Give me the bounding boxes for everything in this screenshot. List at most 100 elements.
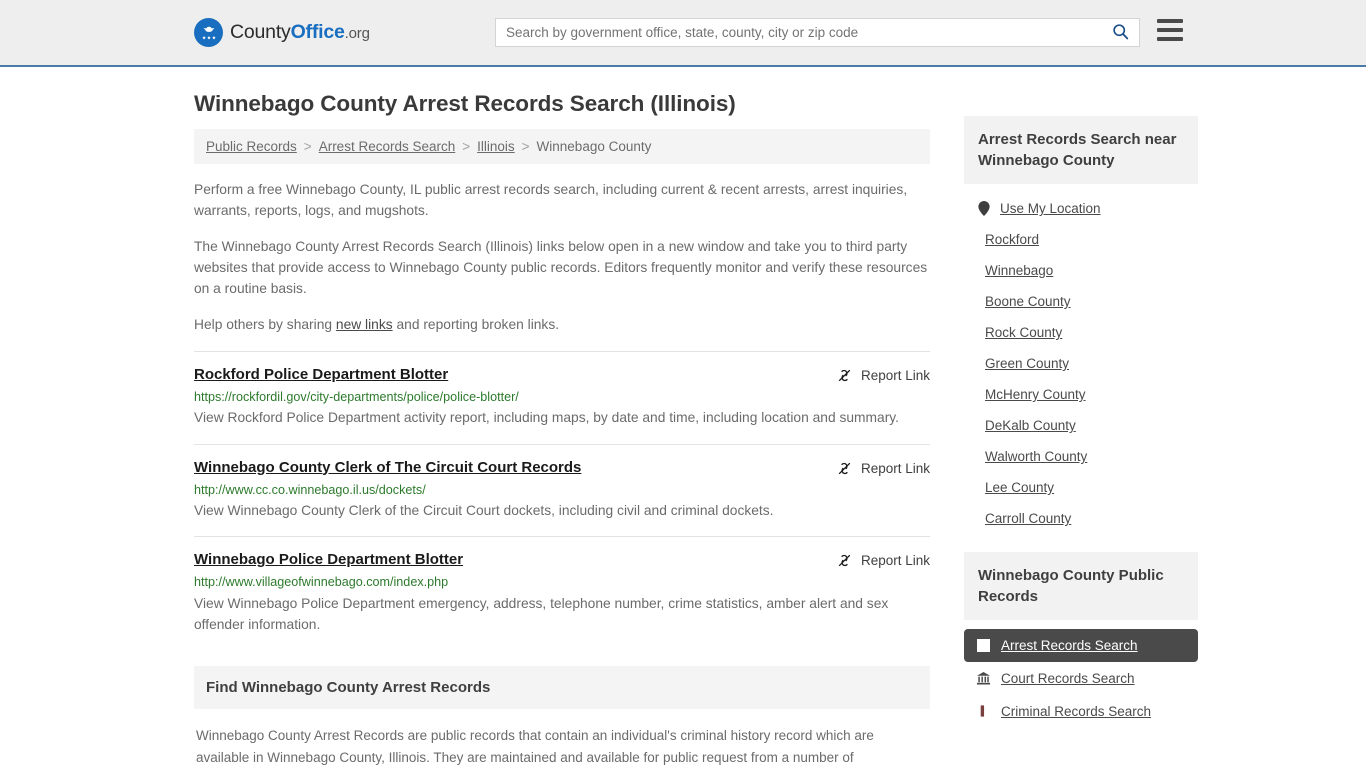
result-header: Winnebago Police Department Blotter Repor… <box>194 551 930 569</box>
courthouse-icon <box>976 671 991 686</box>
result-title-link[interactable]: Rockford Police Department Blotter <box>194 366 448 384</box>
nearby-location-item[interactable]: Rock County <box>964 317 1198 348</box>
sidebar: Arrest Records Search near Winnebago Cou… <box>964 67 1198 746</box>
nearby-location-link[interactable]: Boone County <box>985 294 1071 309</box>
result-description: View Winnebago Police Department emergen… <box>194 595 889 633</box>
report-link-button[interactable]: Report Link <box>836 460 930 477</box>
report-link-label: Report Link <box>860 553 930 569</box>
nearby-location-link[interactable]: DeKalb County <box>985 418 1076 433</box>
result-item: Winnebago Police Department Blotter Repor… <box>194 536 930 650</box>
eagle-seal-logo-icon <box>194 18 223 47</box>
result-header: Rockford Police Department Blotter Report… <box>194 366 930 384</box>
nearby-location-link[interactable]: Winnebago <box>985 263 1053 278</box>
public-records-panel-title: Winnebago County Public Records <box>964 552 1198 620</box>
result-item: Winnebago County Clerk of The Circuit Co… <box>194 443 930 537</box>
find-records-body: Winnebago County Arrest Records are publ… <box>196 728 874 766</box>
public-records-item[interactable]: Criminal Records Search <box>964 695 1198 728</box>
nearby-location-link[interactable]: Carroll County <box>985 511 1071 526</box>
help-text-after: and reporting broken links. <box>392 316 560 332</box>
result-title-link[interactable]: Winnebago Police Department Blotter <box>194 551 463 569</box>
site-logo-text: CountyOffice.org <box>230 21 370 44</box>
help-others-line: Help others by sharing new links and rep… <box>194 315 930 336</box>
find-records-heading: Find Winnebago County Arrest Records <box>194 666 930 710</box>
broken-link-icon <box>836 367 853 384</box>
hamburger-bar <box>1157 28 1183 32</box>
report-link-button[interactable]: Report Link <box>836 552 930 569</box>
result-url[interactable]: https://rockfordil.gov/city-departments/… <box>194 389 930 405</box>
logo-text-office: Office <box>290 21 345 43</box>
nearby-location-item[interactable]: Rockford <box>964 224 1198 255</box>
site-logo[interactable]: CountyOffice.org <box>194 18 370 47</box>
nearby-location-item[interactable]: Boone County <box>964 286 1198 317</box>
result-description: View Winnebago County Clerk of the Circu… <box>194 502 774 518</box>
nearby-location-link[interactable]: Use My Location <box>1000 201 1101 216</box>
breadcrumb-separator: > <box>462 139 471 154</box>
intro-paragraph-2: The Winnebago County Arrest Records Sear… <box>194 238 928 296</box>
nearby-location-item[interactable]: Winnebago <box>964 255 1198 286</box>
nearby-location-item[interactable]: Use My Location <box>964 193 1198 224</box>
nearby-location-item[interactable]: Walworth County <box>964 441 1198 472</box>
help-text-before: Help others by sharing <box>194 316 336 332</box>
result-description: View Rockford Police Department activity… <box>194 410 900 426</box>
fingerprint-icon <box>976 704 991 719</box>
nearby-location-link[interactable]: Lee County <box>985 480 1054 495</box>
hamburger-bar <box>1157 37 1183 41</box>
map-pin-icon <box>976 201 991 216</box>
nearby-location-item[interactable]: Carroll County <box>964 503 1198 534</box>
find-records-section: Find Winnebago County Arrest Records Win… <box>194 666 930 768</box>
logo-text-county: County <box>230 21 291 43</box>
breadcrumb-item[interactable]: Illinois <box>477 139 515 154</box>
search-icon <box>1112 23 1129 43</box>
result-item: Rockford Police Department Blotter Report… <box>194 350 930 444</box>
nearby-location-item[interactable]: Lee County <box>964 472 1198 503</box>
public-records-panel: Winnebago County Public Records Arrest R… <box>964 552 1198 728</box>
nearby-location-link[interactable]: Green County <box>985 356 1069 371</box>
public-records-list: Arrest Records Search Court Records Searc… <box>964 620 1198 728</box>
new-links-link[interactable]: new links <box>336 317 393 332</box>
nearby-location-item[interactable]: DeKalb County <box>964 410 1198 441</box>
public-records-link[interactable]: Arrest Records Search <box>1001 638 1138 653</box>
broken-link-icon <box>836 460 853 477</box>
nearby-location-link[interactable]: McHenry County <box>985 387 1086 402</box>
nearby-location-link[interactable]: Rock County <box>985 325 1062 340</box>
page-body: Winnebago County Arrest Records Search (… <box>0 67 1366 768</box>
result-header: Winnebago County Clerk of The Circuit Co… <box>194 459 930 477</box>
main-content: Winnebago County Arrest Records Search (… <box>194 67 930 768</box>
breadcrumb-separator: > <box>521 139 530 154</box>
result-title-link[interactable]: Winnebago County Clerk of The Circuit Co… <box>194 459 581 477</box>
breadcrumb-item: Winnebago County <box>536 139 652 154</box>
nearby-location-item[interactable]: Green County <box>964 348 1198 379</box>
report-link-label: Report Link <box>860 460 930 476</box>
document-icon <box>976 639 991 652</box>
result-url[interactable]: http://www.cc.co.winnebago.il.us/dockets… <box>194 482 930 498</box>
public-records-item[interactable]: Court Records Search <box>964 662 1198 695</box>
hamburger-bar <box>1157 19 1183 23</box>
public-records-link[interactable]: Court Records Search <box>1001 671 1135 686</box>
breadcrumb-separator: > <box>303 139 312 154</box>
broken-link-icon <box>836 552 853 569</box>
report-link-label: Report Link <box>860 367 930 383</box>
report-link-button[interactable]: Report Link <box>836 367 930 384</box>
page-title: Winnebago County Arrest Records Search (… <box>194 91 736 116</box>
public-records-item[interactable]: Arrest Records Search <box>964 629 1198 662</box>
result-url[interactable]: http://www.villageofwinnebago.com/index.… <box>194 574 930 590</box>
search-button[interactable] <box>1101 19 1139 46</box>
nearby-search-panel: Arrest Records Search near Winnebago Cou… <box>964 116 1198 534</box>
nearby-location-item[interactable]: McHenry County <box>964 379 1198 410</box>
public-records-link[interactable]: Criminal Records Search <box>1001 704 1151 719</box>
site-header: CountyOffice.org <box>0 0 1366 67</box>
document-icon-shape <box>977 639 990 652</box>
breadcrumb-item[interactable]: Arrest Records Search <box>319 139 456 154</box>
results-list: Rockford Police Department Blotter Report… <box>194 350 930 651</box>
search-input[interactable] <box>496 19 1101 46</box>
logo-text-org: .org <box>344 25 370 42</box>
nearby-search-panel-title: Arrest Records Search near Winnebago Cou… <box>964 116 1198 184</box>
search-box <box>495 18 1140 47</box>
breadcrumb: Public Records > Arrest Records Search > Ill… <box>194 129 930 164</box>
breadcrumb-item[interactable]: Public Records <box>206 139 297 154</box>
intro-paragraph-1: Perform a free Winnebago County, IL publ… <box>194 182 908 218</box>
hamburger-menu-icon[interactable] <box>1157 19 1183 41</box>
nearby-search-list: Use My Location Rockford Winnebago Boone Co… <box>964 184 1198 534</box>
nearby-location-link[interactable]: Rockford <box>985 232 1039 247</box>
nearby-location-link[interactable]: Walworth County <box>985 449 1087 464</box>
